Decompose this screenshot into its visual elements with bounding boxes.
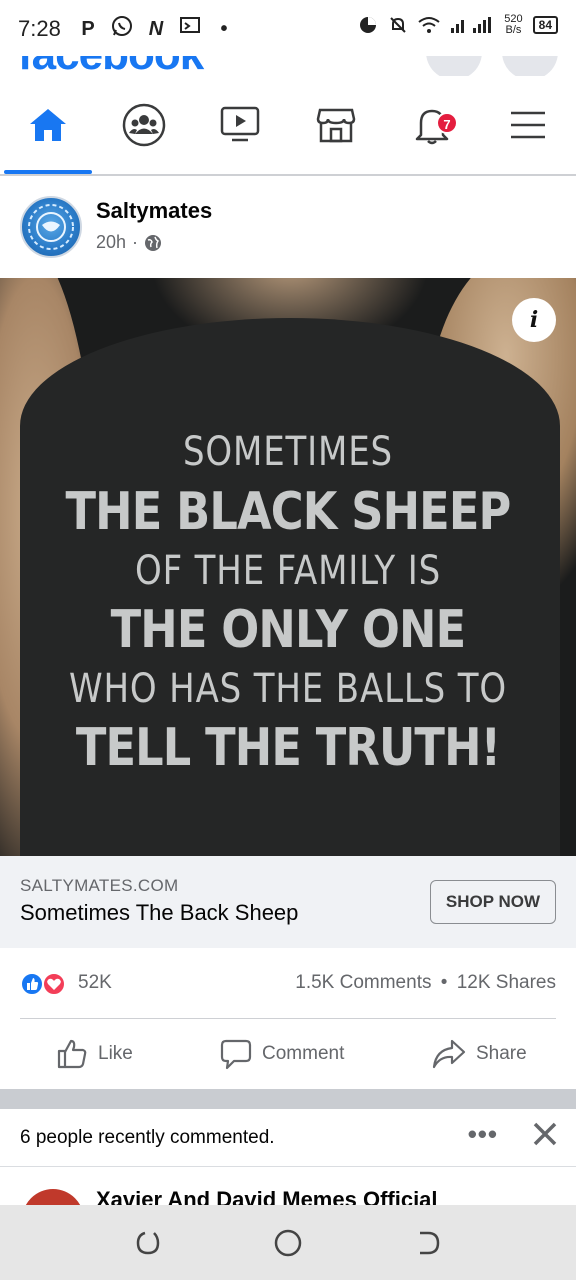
recent-comments-notice: 6 people recently commented. •••	[0, 1109, 576, 1167]
shirt-slogan: SOMETIMES THE BLACK SHEEP OF THE FAMILY …	[0, 424, 576, 780]
share-button[interactable]: Share	[432, 1019, 527, 1089]
back-icon	[420, 1231, 440, 1255]
shop-now-button[interactable]: SHOP NOW	[430, 880, 556, 924]
groups-icon	[122, 103, 166, 147]
home-circle-icon	[274, 1229, 302, 1257]
p-app-icon: P	[81, 17, 95, 40]
shares-count[interactable]: 12K Shares	[457, 972, 556, 993]
feed-separator	[0, 1089, 576, 1109]
recents-icon	[136, 1231, 160, 1255]
mute-icon	[390, 17, 406, 33]
next-page-avatar[interactable]	[22, 1189, 84, 1205]
dot-icon: •	[220, 17, 228, 40]
post-meta: 20h ·	[96, 232, 162, 253]
post-header: Saltymates 20h ·	[0, 178, 576, 278]
meta-separator: ·	[132, 232, 139, 252]
like-reaction-icon	[20, 972, 44, 996]
slogan-line: THE BLACK SHEEP	[65, 482, 512, 542]
like-button[interactable]: Like	[56, 1019, 133, 1089]
link-title: Sometimes The Back Sheep	[20, 900, 299, 925]
link-preview[interactable]: SALTYMATES.COM Sometimes The Back Sheep …	[0, 856, 576, 948]
whatsapp-icon	[110, 14, 134, 44]
share-icon	[432, 1039, 466, 1069]
tab-bar: 7	[0, 76, 576, 176]
screen-icon	[178, 15, 202, 43]
comment-label: Comment	[262, 1043, 345, 1064]
tab-notifications[interactable]: 7	[384, 76, 480, 174]
post-image[interactable]: SOMETIMES THE BLACK SHEEP OF THE FAMILY …	[0, 278, 576, 856]
engagement-counts: 1.5K Comments • 12K Shares	[295, 972, 556, 994]
thumbs-up-icon	[57, 1039, 87, 1069]
slogan-line: WHO HAS THE BALLS TO	[69, 666, 507, 712]
like-label: Like	[98, 1043, 133, 1064]
tab-home[interactable]	[0, 76, 96, 174]
wifi-icon	[418, 17, 440, 33]
more-options-button[interactable]: •••	[468, 1119, 498, 1150]
tab-marketplace[interactable]	[288, 76, 384, 174]
page-avatar[interactable]	[20, 196, 82, 258]
slogan-line: OF THE FAMILY IS	[134, 548, 442, 594]
tab-groups[interactable]	[96, 76, 192, 174]
reaction-icons[interactable]	[20, 972, 72, 996]
signal-icon	[451, 17, 492, 33]
marketplace-icon	[316, 108, 356, 143]
comment-button[interactable]: Comment	[220, 1019, 344, 1089]
page-name[interactable]: Saltymates	[96, 198, 212, 224]
battery-indicator: 84	[532, 16, 558, 34]
link-domain: SALTYMATES.COM	[20, 876, 179, 895]
slogan-line: TELL THE TRUTH!	[75, 718, 501, 778]
saltymates-logo-icon	[28, 204, 74, 250]
app-header: facebook	[0, 56, 576, 76]
globe-icon	[145, 234, 162, 251]
status-time: 7:28	[18, 16, 61, 41]
love-reaction-icon	[42, 972, 66, 996]
counts-separator: •	[440, 972, 448, 993]
reaction-count[interactable]: 52K	[78, 972, 112, 994]
home-button[interactable]	[272, 1227, 304, 1259]
home-icon	[30, 109, 66, 141]
status-bar: 7:28 P N • 520 B/s 84	[0, 0, 576, 56]
video-icon	[220, 106, 260, 142]
ad-info-button[interactable]: i	[512, 298, 556, 342]
post-time[interactable]: 20h	[96, 232, 126, 253]
comment-icon	[220, 1039, 252, 1070]
recent-comments-text: 6 people recently commented.	[20, 1127, 275, 1148]
messenger-button[interactable]	[502, 56, 558, 76]
reactions-row: 52K 1.5K Comments • 12K Shares	[0, 948, 576, 1018]
menu-icon	[511, 111, 545, 139]
back-button[interactable]	[412, 1227, 444, 1259]
status-left-icons: P N •	[76, 14, 236, 44]
comments-count[interactable]: 1.5K Comments	[295, 972, 431, 993]
data-saver-icon	[360, 17, 377, 33]
status-right-icons: 520 B/s 84	[358, 14, 558, 36]
recents-button[interactable]	[132, 1227, 164, 1259]
share-label: Share	[476, 1043, 527, 1064]
next-post-header: Xavier And David Memes Official	[0, 1167, 576, 1205]
close-icon[interactable]	[530, 1119, 560, 1154]
facebook-logo[interactable]: facebook	[18, 56, 204, 76]
search-button[interactable]	[426, 56, 482, 76]
net-speed: 520 B/s	[504, 13, 523, 36]
tab-menu[interactable]	[480, 76, 576, 174]
slogan-line: SOMETIMES	[182, 429, 394, 475]
next-page-name[interactable]: Xavier And David Memes Official	[96, 1187, 438, 1205]
notification-badge: 7	[436, 112, 458, 134]
slogan-line: THE ONLY ONE	[110, 600, 467, 660]
tab-watch[interactable]	[192, 76, 288, 174]
n-app-icon: N	[148, 17, 164, 40]
system-nav-bar	[0, 1205, 576, 1280]
post-actions: Like Comment Share	[0, 1019, 576, 1089]
